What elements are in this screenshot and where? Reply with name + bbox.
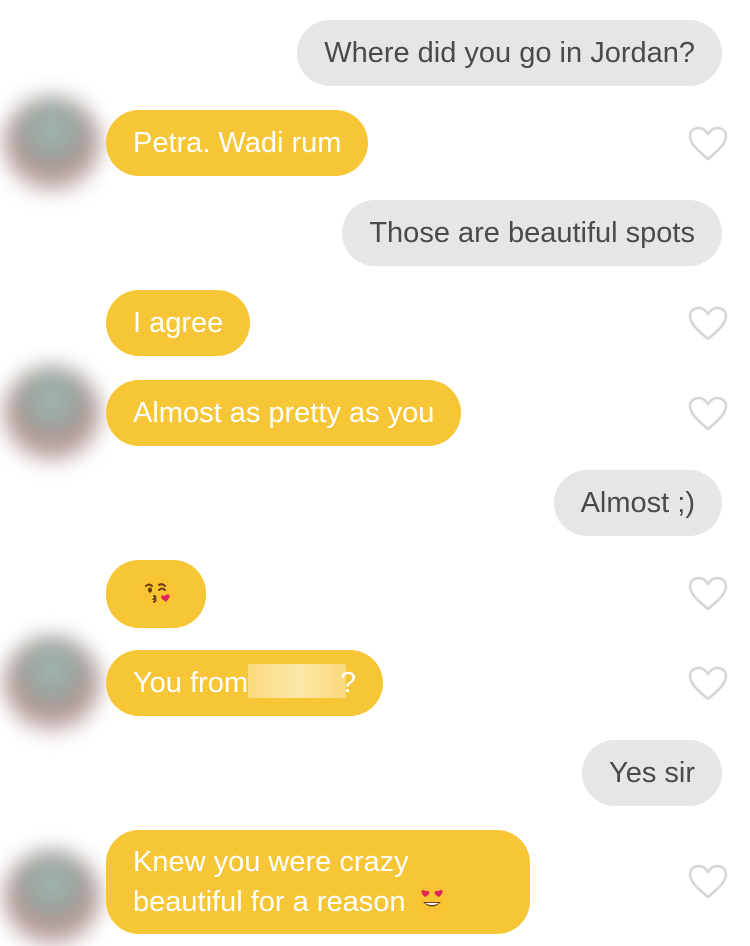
message-text-line: beautiful for a reason	[133, 881, 503, 921]
chat-thread: Where did you go in Jordan? Petra. Wadi …	[0, 0, 750, 946]
message-text: ?	[340, 667, 357, 699]
like-heart-icon[interactable]	[688, 306, 728, 342]
message-bubble-outgoing[interactable]: Where did you go in Jordan?	[297, 20, 722, 86]
message-bubble-incoming[interactable]	[106, 560, 206, 628]
like-heart-icon[interactable]	[688, 396, 728, 432]
message-bubble-incoming[interactable]: Petra. Wadi rum	[106, 110, 369, 176]
message-bubble-incoming[interactable]: Almost as pretty as you	[106, 380, 462, 446]
like-heart-icon[interactable]	[688, 126, 728, 162]
like-heart-icon[interactable]	[688, 576, 728, 612]
redacted-location	[248, 664, 346, 698]
avatar[interactable]	[4, 850, 100, 946]
message-bubble-incoming[interactable]: You from?	[106, 650, 384, 716]
avatar[interactable]	[4, 96, 100, 192]
message-bubble-outgoing[interactable]: Almost ;)	[553, 470, 722, 536]
message-bubble-outgoing[interactable]: Yes sir	[582, 740, 722, 806]
message-bubble-incoming[interactable]: Knew you were crazy beautiful for a reas…	[106, 830, 530, 934]
heart-eyes-emoji	[414, 881, 450, 917]
avatar[interactable]	[4, 636, 100, 732]
message-bubble-incoming[interactable]: I agree	[106, 290, 251, 356]
like-heart-icon[interactable]	[688, 666, 728, 702]
avatar[interactable]	[4, 366, 100, 462]
message-text: You from	[133, 667, 248, 699]
kissing-face-emoji	[138, 574, 174, 610]
message-bubble-outgoing[interactable]: Those are beautiful spots	[342, 200, 722, 266]
like-heart-icon[interactable]	[688, 864, 728, 900]
message-text-line: Knew you were crazy	[133, 846, 409, 878]
